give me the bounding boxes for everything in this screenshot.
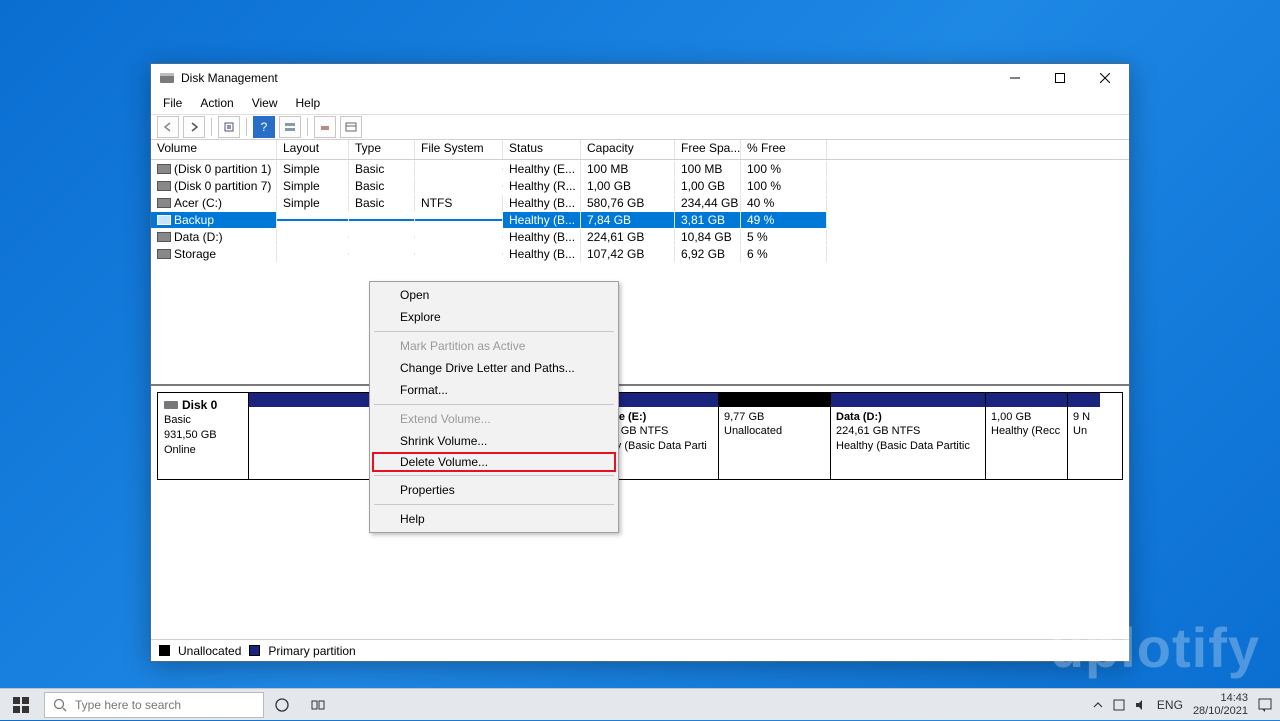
- menu-view[interactable]: View: [244, 94, 286, 112]
- ctx-format[interactable]: Format...: [372, 379, 616, 401]
- table-row[interactable]: (Disk 0 partition 7)SimpleBasicHealthy (…: [151, 177, 1129, 194]
- search-icon: [53, 698, 67, 712]
- volume-icon: [157, 198, 171, 208]
- col-free[interactable]: Free Spa...: [675, 140, 741, 159]
- search-box[interactable]: Type here to search: [44, 692, 264, 718]
- col-status[interactable]: Status: [503, 140, 581, 159]
- toolbar-separator: [211, 118, 212, 136]
- legend-primary-swatch: [249, 645, 260, 656]
- table-row[interactable]: StorageHealthy (B...107,42 GB6,92 GB6 %: [151, 245, 1129, 262]
- ctx-explore[interactable]: Explore: [372, 306, 616, 328]
- tray-lang[interactable]: ENG: [1157, 698, 1183, 712]
- col-volume[interactable]: Volume: [151, 140, 277, 159]
- minimize-button[interactable]: [992, 64, 1037, 92]
- start-button[interactable]: [0, 689, 42, 721]
- toolbar: ?: [151, 114, 1129, 140]
- taskview-button[interactable]: [300, 689, 336, 721]
- partition-block[interactable]: Data (D:)224,61 GB NTFSHealthy (Basic Da…: [831, 393, 986, 479]
- table-row[interactable]: BackupHealthy (B...7,84 GB3,81 GB49 %: [151, 211, 1129, 228]
- tray-notifications-icon[interactable]: [1258, 698, 1272, 712]
- col-pctfree[interactable]: % Free: [741, 140, 827, 159]
- cortana-button[interactable]: [264, 689, 300, 721]
- toolbar-separator: [246, 118, 247, 136]
- partition-block[interactable]: 9,77 GBUnallocated: [719, 393, 831, 479]
- back-button[interactable]: [157, 116, 179, 138]
- tray-speaker-icon[interactable]: [1135, 699, 1147, 711]
- window-title: Disk Management: [181, 71, 992, 85]
- col-type[interactable]: Type: [349, 140, 415, 159]
- app-icon: [159, 70, 175, 86]
- search-placeholder: Type here to search: [75, 698, 181, 712]
- context-menu: Open Explore Mark Partition as Active Ch…: [369, 281, 619, 533]
- volume-table: Volume Layout Type File System Status Ca…: [151, 140, 1129, 386]
- volume-icon: [157, 249, 171, 259]
- tray-chevron-icon[interactable]: [1093, 700, 1103, 710]
- legend-unallocated-label: Unallocated: [178, 644, 241, 658]
- tray-date: 28/10/2021: [1193, 705, 1248, 717]
- menu-action[interactable]: Action: [192, 94, 241, 112]
- disk-icon: [164, 399, 178, 411]
- partition-block[interactable]: 1,00 GBHealthy (Recc: [986, 393, 1068, 479]
- legend-primary-label: Primary partition: [268, 644, 355, 658]
- forward-button[interactable]: [183, 116, 205, 138]
- settings-button[interactable]: [314, 116, 336, 138]
- legend-unallocated-swatch: [159, 645, 170, 656]
- table-header[interactable]: Volume Layout Type File System Status Ca…: [151, 140, 1129, 160]
- ctx-shrink-volume[interactable]: Shrink Volume...: [372, 430, 616, 452]
- toolbar-separator: [307, 118, 308, 136]
- ctx-help[interactable]: Help: [372, 508, 616, 530]
- menu-file[interactable]: File: [155, 94, 190, 112]
- tray-ime-icon[interactable]: [1113, 699, 1125, 711]
- col-fs[interactable]: File System: [415, 140, 503, 159]
- menu-help[interactable]: Help: [288, 94, 329, 112]
- help-button[interactable]: ?: [253, 116, 275, 138]
- taskbar: Type here to search ENG 14:43 28/10/2021: [0, 688, 1280, 720]
- table-row[interactable]: Acer (C:)SimpleBasicNTFSHealthy (B...580…: [151, 194, 1129, 211]
- ctx-delete-volume[interactable]: Delete Volume...: [372, 452, 616, 472]
- table-row[interactable]: Data (D:)Healthy (B...224,61 GB10,84 GB5…: [151, 228, 1129, 245]
- maximize-button[interactable]: [1037, 64, 1082, 92]
- disk-name: Disk 0: [182, 397, 217, 413]
- disk-size: 931,50 GB: [164, 429, 217, 441]
- ctx-properties[interactable]: Properties: [372, 479, 616, 501]
- volume-icon: [157, 215, 171, 225]
- tray-time: 14:43: [1193, 692, 1248, 704]
- volume-icon: [157, 232, 171, 242]
- ctx-separator: [374, 475, 614, 476]
- ctx-mark-active: Mark Partition as Active: [372, 335, 616, 357]
- close-button[interactable]: [1082, 64, 1127, 92]
- table-row[interactable]: (Disk 0 partition 1)SimpleBasicHealthy (…: [151, 160, 1129, 177]
- ctx-extend-volume: Extend Volume...: [372, 408, 616, 430]
- volume-icon: [157, 181, 171, 191]
- legend: Unallocated Primary partition: [151, 639, 1129, 661]
- ctx-separator: [374, 331, 614, 332]
- disk-label[interactable]: Disk 0 Basic 931,50 GB Online: [157, 392, 249, 480]
- refresh-button[interactable]: [218, 116, 240, 138]
- blank-area: [151, 486, 1129, 639]
- ctx-change-letter[interactable]: Change Drive Letter and Paths...: [372, 357, 616, 379]
- disk-type: Basic: [164, 414, 191, 426]
- menubar: File Action View Help: [151, 92, 1129, 114]
- ctx-separator: [374, 504, 614, 505]
- tray-clock[interactable]: 14:43 28/10/2021: [1193, 692, 1248, 716]
- titlebar[interactable]: Disk Management: [151, 64, 1129, 92]
- ctx-separator: [374, 404, 614, 405]
- disk-graphical-view: Disk 0 Basic 931,50 GB Online Backup Dri…: [151, 386, 1129, 486]
- col-capacity[interactable]: Capacity: [581, 140, 675, 159]
- volume-icon: [157, 164, 171, 174]
- partition-block[interactable]: 9 NUn: [1068, 393, 1100, 479]
- view-button[interactable]: [279, 116, 301, 138]
- disk-management-window: Disk Management File Action View Help ? …: [150, 63, 1130, 662]
- properties-button[interactable]: [340, 116, 362, 138]
- system-tray: ENG 14:43 28/10/2021: [1085, 692, 1280, 716]
- col-layout[interactable]: Layout: [277, 140, 349, 159]
- disk-status: Online: [164, 444, 196, 456]
- ctx-open[interactable]: Open: [372, 284, 616, 306]
